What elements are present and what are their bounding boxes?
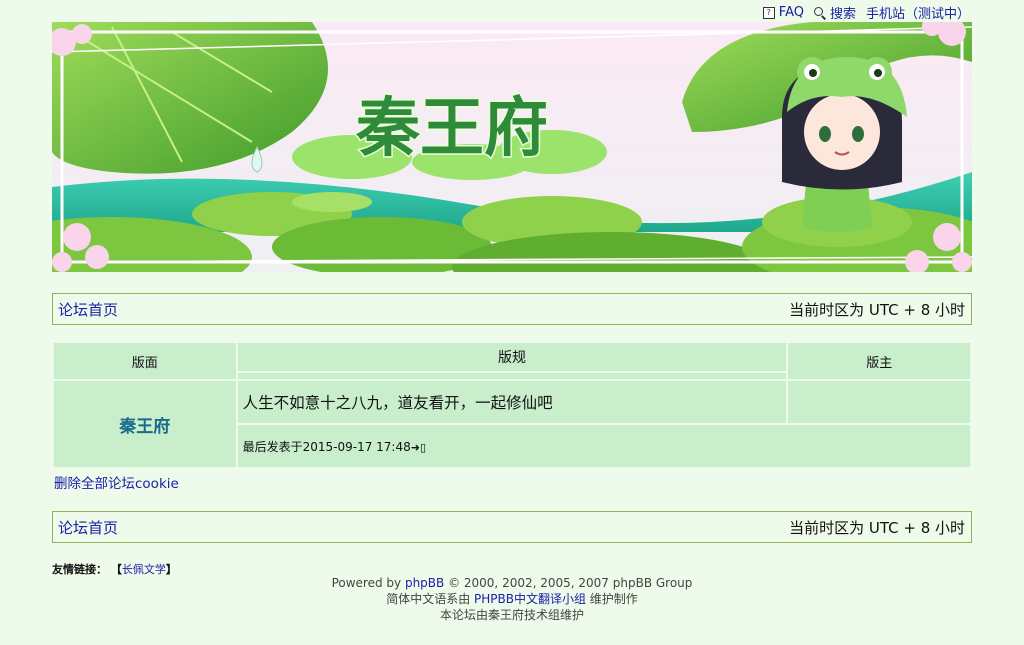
powered-by-line: Powered by phpBB © 2000, 2002, 2005, 200… xyxy=(0,575,1024,591)
mobile-site-link[interactable]: 手机站（测试中） xyxy=(866,3,970,22)
column-header-rules-spacer xyxy=(237,373,787,379)
column-header-forum: 版面 xyxy=(54,343,236,379)
last-post-text: 最后发表于2015-09-17 17:48 xyxy=(242,439,411,454)
timezone-text: 当前时区为 UTC + 8 小时 xyxy=(789,300,965,319)
translation-suffix: 维护制作 xyxy=(585,592,638,606)
forum-cell: 秦王府 xyxy=(54,381,236,467)
translation-prefix: 简体中文语系由 xyxy=(386,592,475,606)
faq-label: FAQ xyxy=(778,5,804,20)
forum-table: 版面 版规 版主 秦王府 人生不如意十之八九，道友看开，一起修仙吧 最后发表于2… xyxy=(52,341,972,469)
forum-moderator xyxy=(788,381,970,423)
timezone-text-bottom: 当前时区为 UTC + 8 小时 xyxy=(789,518,965,537)
column-header-rules: 版规 xyxy=(237,343,787,371)
help-icon: ? xyxy=(762,6,775,19)
banner-art: 秦王府 xyxy=(52,22,972,272)
translation-team-link[interactable]: PHPBB中文翻译小组 xyxy=(474,592,586,606)
translation-line: 简体中文语系由 PHPBB中文翻译小组 维护制作 xyxy=(0,591,1024,607)
nav-bar-bottom: 论坛首页 当前时区为 UTC + 8 小时 xyxy=(52,511,972,543)
forum-home-link-bottom[interactable]: 论坛首页 xyxy=(58,517,118,538)
forum-description: 人生不如意十之八九，道友看开，一起修仙吧 xyxy=(237,381,787,423)
faq-link[interactable]: ? FAQ xyxy=(762,5,804,20)
delete-cookies-link[interactable]: 删除全部论坛cookie xyxy=(54,472,179,492)
powered-by-prefix: Powered by xyxy=(331,576,405,590)
column-header-moderator: 版主 xyxy=(788,343,970,379)
table-row: 秦王府 人生不如意十之八九，道友看开，一起修仙吧 xyxy=(54,381,970,467)
phpbb-link[interactable]: phpBB xyxy=(405,576,444,590)
forum-name-link[interactable]: 秦王府 xyxy=(119,417,170,437)
goto-last-post-icon[interactable]: ➜▯ xyxy=(411,441,426,454)
search-link[interactable]: 搜索 xyxy=(813,3,856,22)
banner-title: 秦王府 xyxy=(355,92,548,166)
top-links: ? FAQ 搜索 手机站（测试中） xyxy=(762,3,970,22)
powered-by-suffix: © 2000, 2002, 2005, 2007 phpBB Group xyxy=(444,576,693,590)
last-post-cell: 最后发表于2015-09-17 17:48➜▯ xyxy=(237,425,970,467)
search-icon xyxy=(813,6,826,19)
copyright-block: Powered by phpBB © 2000, 2002, 2005, 200… xyxy=(0,575,1024,623)
nav-bar-top: 论坛首页 当前时区为 UTC + 8 小时 xyxy=(52,293,972,325)
maintained-by-line: 本论坛由秦王府技术组维护 xyxy=(439,608,584,622)
site-banner[interactable]: 秦王府 xyxy=(52,22,972,272)
forum-home-link[interactable]: 论坛首页 xyxy=(58,299,118,320)
search-label: 搜索 xyxy=(829,7,856,22)
